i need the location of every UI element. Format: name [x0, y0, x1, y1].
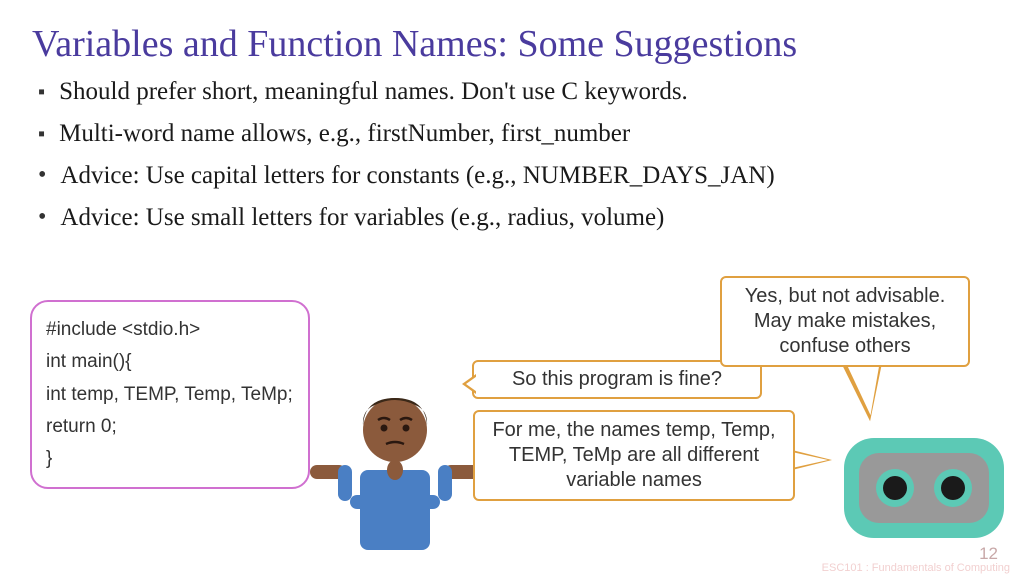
code-line: }	[46, 443, 294, 475]
robot-icon	[844, 438, 1004, 538]
speech-bubble-question: So this program is fine?	[472, 360, 762, 399]
code-line: int temp, TEMP, Temp, TeMp;	[46, 379, 294, 411]
bullet-item: Advice: Use capital letters for constant…	[38, 162, 1024, 190]
speech-tail	[792, 452, 828, 468]
code-snippet: #include <stdio.h> int main(){ int temp,…	[30, 300, 310, 489]
watermark: ESC101 : Fundamentals of Computing	[822, 562, 1010, 574]
code-line: return 0;	[46, 411, 294, 443]
speech-bubble-answer-1: Yes, but not advisable. May make mistake…	[720, 276, 970, 367]
bullet-text: Advice: Use small letters for variables …	[60, 204, 664, 232]
bullet-text: Multi-word name allows, e.g., firstNumbe…	[59, 120, 630, 148]
speech-bubble-answer-2: For me, the names temp, Temp, TEMP, TeMp…	[473, 410, 795, 501]
code-line: int main(){	[46, 346, 294, 378]
shrug-person-icon	[310, 370, 480, 555]
bullet-item: Multi-word name allows, e.g., firstNumbe…	[38, 120, 1024, 148]
code-line: #include <stdio.h>	[46, 314, 294, 346]
bullet-list: Should prefer short, meaningful names. D…	[0, 66, 1024, 232]
bullet-text: Advice: Use capital letters for constant…	[60, 162, 774, 190]
bullet-item: Advice: Use small letters for variables …	[38, 204, 1024, 232]
slide-title: Variables and Function Names: Some Sugge…	[0, 0, 1024, 66]
bullet-item: Should prefer short, meaningful names. D…	[38, 78, 1024, 106]
bullet-text: Should prefer short, meaningful names. D…	[59, 78, 688, 106]
